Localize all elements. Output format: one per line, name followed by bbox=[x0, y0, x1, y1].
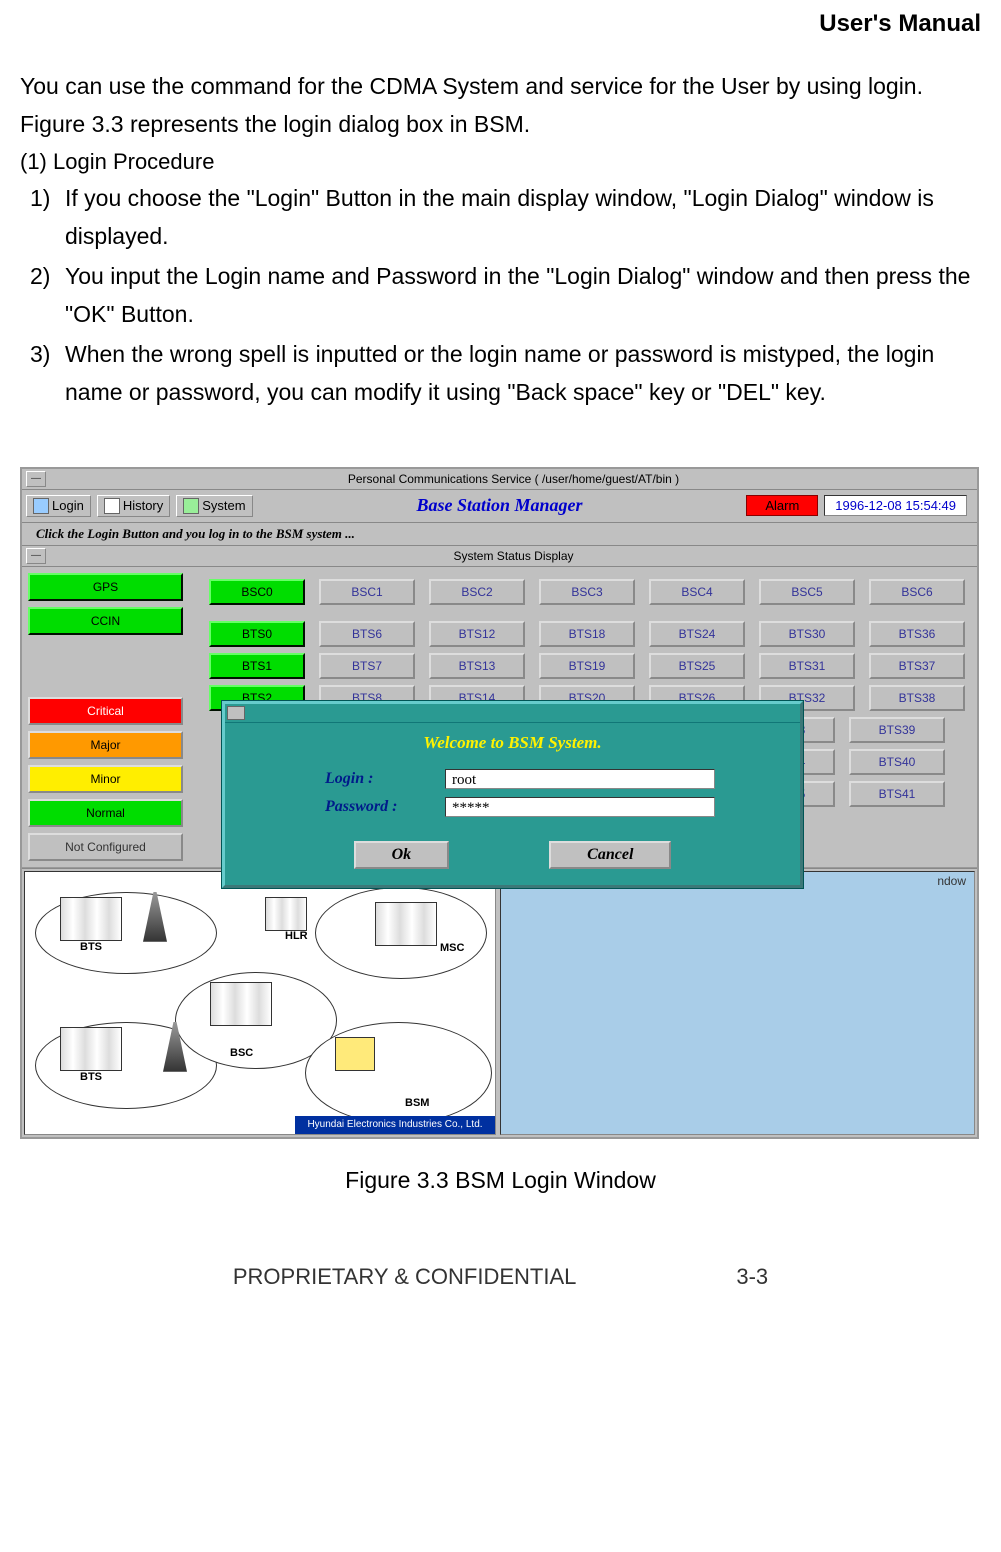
procedure-list: 1)If you choose the "Login" Button in th… bbox=[20, 180, 981, 412]
password-input[interactable]: ***** bbox=[445, 797, 715, 817]
bts-cell[interactable]: BTS36 bbox=[869, 621, 965, 647]
login-icon bbox=[33, 498, 49, 514]
alarm-button[interactable]: Alarm bbox=[746, 495, 818, 516]
tower-icon bbox=[140, 892, 170, 942]
bts-cell[interactable]: BTS41 bbox=[849, 781, 945, 807]
bts-cell[interactable]: BTS24 bbox=[649, 621, 745, 647]
legend-normal: Normal bbox=[28, 799, 183, 827]
bts-row: BTS0 BTS6 BTS12 BTS18 BTS24 BTS30 BTS36 bbox=[193, 621, 973, 647]
login-titlebar bbox=[225, 704, 800, 723]
ok-button[interactable]: Ok bbox=[354, 841, 450, 869]
bts-cell[interactable]: BTS12 bbox=[429, 621, 525, 647]
window-titlebar: — Personal Communications Service ( /use… bbox=[22, 469, 977, 490]
bts-cell[interactable]: BTS30 bbox=[759, 621, 855, 647]
legend-minor: Minor bbox=[28, 765, 183, 793]
history-icon bbox=[104, 498, 120, 514]
history-button[interactable]: History bbox=[97, 495, 170, 517]
bsc-cell[interactable]: BSC6 bbox=[869, 579, 965, 605]
page-header: User's Manual bbox=[20, 10, 981, 38]
login-dialog: Welcome to BSM System. Login : root Pass… bbox=[222, 701, 803, 888]
system-icon bbox=[183, 498, 199, 514]
legend-major: Major bbox=[28, 731, 183, 759]
system-menu-icon[interactable]: — bbox=[26, 471, 46, 487]
bts-row: BTS1 BTS7 BTS13 BTS19 BTS25 BTS31 BTS37 bbox=[193, 653, 973, 679]
login-welcome: Welcome to BSM System. bbox=[225, 723, 800, 765]
footer-right: 3-3 bbox=[736, 1264, 768, 1290]
bts-cell[interactable]: BTS19 bbox=[539, 653, 635, 679]
step-2: You input the Login name and Password in… bbox=[65, 263, 970, 327]
section-label: (1) Login Procedure bbox=[20, 144, 981, 180]
bottom-panels: BTS BTS BSC HLR MSC BSM Hyundai Electron… bbox=[22, 868, 977, 1137]
footer-left: PROPRIETARY & CONFIDENTIAL bbox=[233, 1264, 577, 1290]
brand-footer: Hyundai Electronics Industries Co., Ltd. bbox=[295, 1116, 495, 1134]
legend-not-configured: Not Configured bbox=[28, 833, 183, 861]
bsc-row: BSC0 BSC1 BSC2 BSC3 BSC4 BSC5 BSC6 bbox=[193, 579, 973, 605]
bts-cell[interactable]: BTS7 bbox=[319, 653, 415, 679]
left-column: GPS CCIN Critical Major Minor Normal Not… bbox=[22, 567, 189, 867]
bsc-cell[interactable]: BSC4 bbox=[649, 579, 745, 605]
bsc-cell[interactable]: BSC2 bbox=[429, 579, 525, 605]
ccin-button[interactable]: CCIN bbox=[28, 607, 183, 635]
login-input[interactable]: root bbox=[445, 769, 715, 789]
network-diagram: BTS BTS BSC HLR MSC BSM Hyundai Electron… bbox=[24, 871, 496, 1135]
login-label: Login : bbox=[325, 770, 445, 788]
tower-icon bbox=[160, 1022, 190, 1072]
toolbar: Login History System Base Station Manage… bbox=[22, 490, 977, 523]
bsc-cell[interactable]: BSC1 bbox=[319, 579, 415, 605]
bts-cell[interactable]: BTS25 bbox=[649, 653, 745, 679]
window-title: Personal Communications Service ( /user/… bbox=[50, 472, 977, 486]
status-titlebar: — System Status Display bbox=[22, 546, 977, 567]
step-3: When the wrong spell is inputted or the … bbox=[65, 341, 934, 405]
status-subtitle: System Status Display bbox=[50, 549, 977, 563]
bts-cell[interactable]: BTS18 bbox=[539, 621, 635, 647]
intro-text: You can use the command for the CDMA Sys… bbox=[20, 68, 981, 144]
map-title-fragment: ndow bbox=[937, 874, 966, 888]
figure-caption: Figure 3.3 BSM Login Window bbox=[20, 1167, 981, 1194]
bsc-cell[interactable]: BSC5 bbox=[759, 579, 855, 605]
bts-cell[interactable]: BTS37 bbox=[869, 653, 965, 679]
cancel-button[interactable]: Cancel bbox=[549, 841, 671, 869]
app-title: Base Station Manager bbox=[259, 495, 741, 516]
bts-cell[interactable]: BTS0 bbox=[209, 621, 305, 647]
hint-bar: Click the Login Button and you log in to… bbox=[22, 523, 977, 546]
map-panel: ndow bbox=[500, 871, 975, 1135]
page-footer: PROPRIETARY & CONFIDENTIAL 3-3 bbox=[20, 1264, 981, 1290]
system-button[interactable]: System bbox=[176, 495, 252, 517]
bts-cell[interactable]: BTS13 bbox=[429, 653, 525, 679]
step-1: If you choose the "Login" Button in the … bbox=[65, 185, 934, 249]
legend-critical: Critical bbox=[28, 697, 183, 725]
gps-button[interactable]: GPS bbox=[28, 573, 183, 601]
system-menu-icon[interactable]: — bbox=[26, 548, 46, 564]
bsc-cell[interactable]: BSC0 bbox=[209, 579, 305, 605]
bts-cell[interactable]: BTS31 bbox=[759, 653, 855, 679]
login-button[interactable]: Login bbox=[26, 495, 91, 517]
bts-cell[interactable]: BTS38 bbox=[869, 685, 965, 711]
bts-cell[interactable]: BTS1 bbox=[209, 653, 305, 679]
password-label: Password : bbox=[325, 798, 445, 816]
bts-cell[interactable]: BTS39 bbox=[849, 717, 945, 743]
bts-cell[interactable]: BTS40 bbox=[849, 749, 945, 775]
bsc-cell[interactable]: BSC3 bbox=[539, 579, 635, 605]
bts-cell[interactable]: BTS6 bbox=[319, 621, 415, 647]
bsm-window: — Personal Communications Service ( /use… bbox=[20, 467, 979, 1139]
clock: 1996-12-08 15:54:49 bbox=[824, 495, 967, 516]
system-menu-icon[interactable] bbox=[227, 706, 245, 720]
